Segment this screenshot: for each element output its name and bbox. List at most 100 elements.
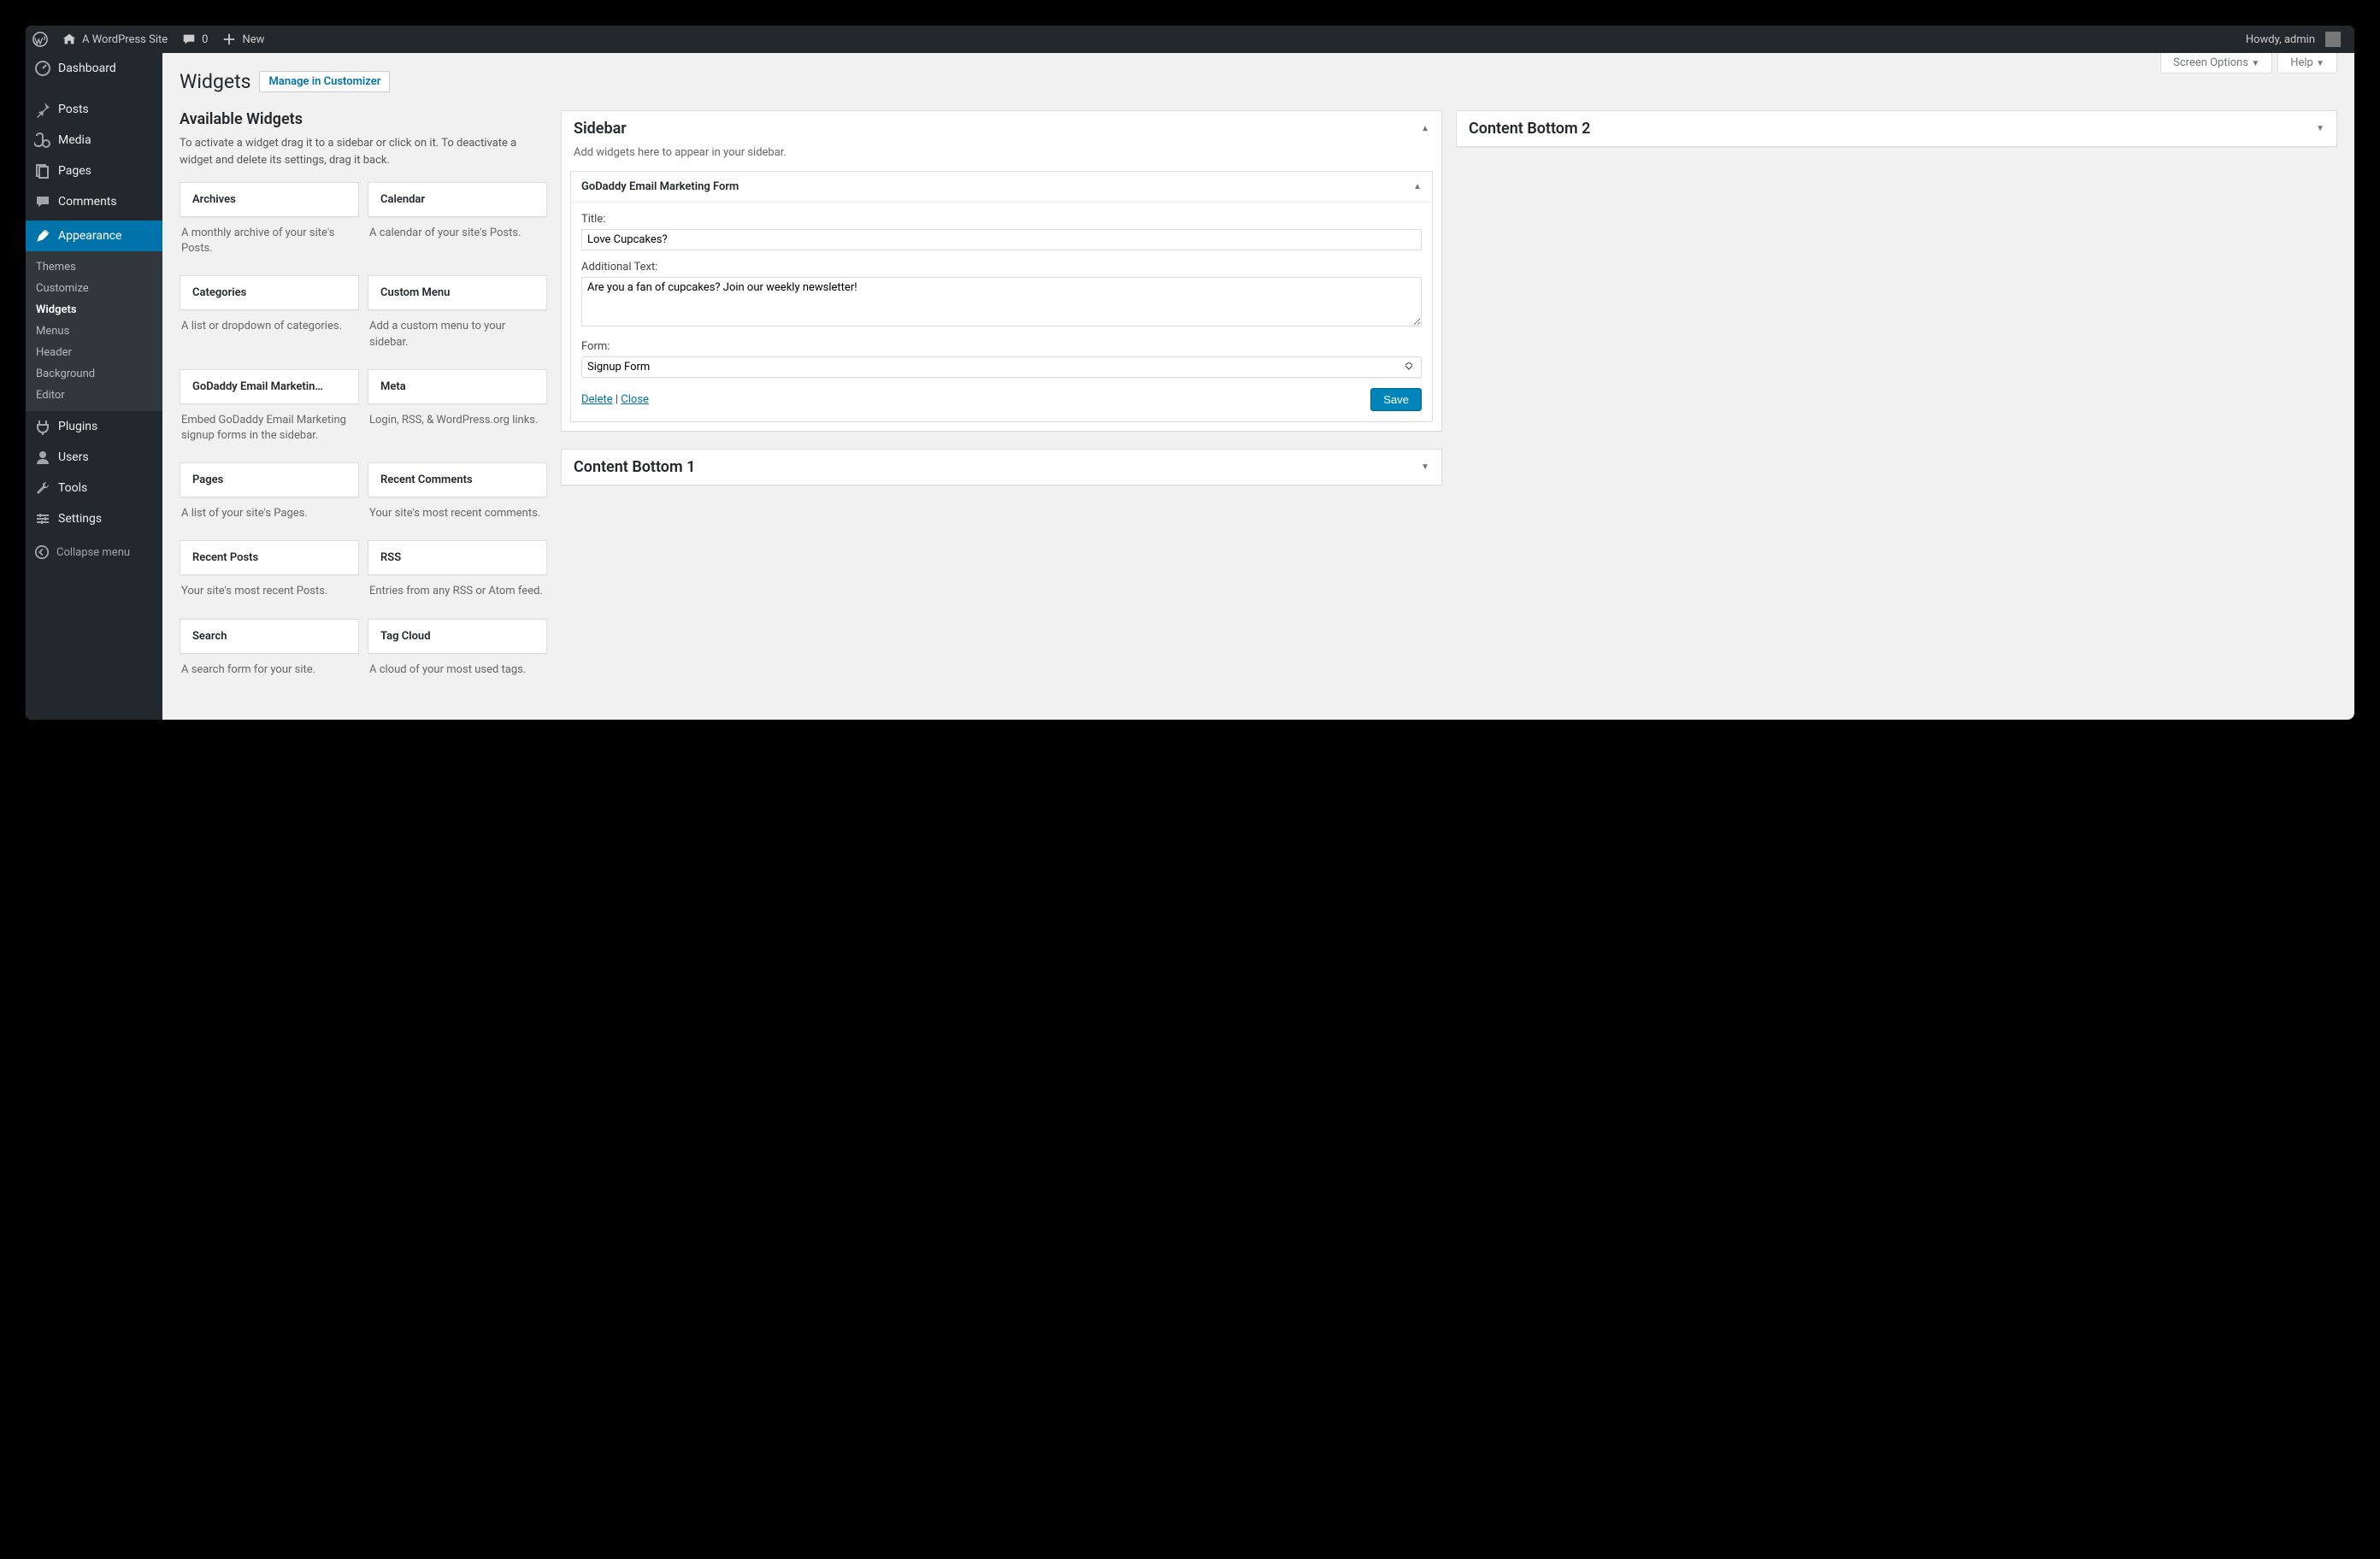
widget-chip[interactable]: Meta (368, 369, 547, 404)
widget-chip[interactable]: GoDaddy Email Marketin… (180, 369, 359, 404)
dashboard-icon (34, 60, 51, 77)
sidebar-item-users[interactable]: Users (26, 442, 162, 473)
caret-down-icon: ▼ (1421, 462, 1429, 472)
widget-chip-desc: A search form for your site. (180, 662, 359, 678)
submenu-background[interactable]: Background (26, 363, 162, 385)
media-icon (34, 132, 51, 149)
widget-chip[interactable]: Tag Cloud (368, 619, 547, 654)
widget-chip-desc: Add a custom menu to your sidebar. (368, 319, 547, 350)
comment-icon (181, 32, 197, 47)
additional-text-field[interactable]: Are you a fan of cupcakes? Join our week… (581, 277, 1422, 327)
avatar (2325, 32, 2341, 47)
submenu-editor[interactable]: Editor (26, 385, 162, 406)
appearance-submenu: Themes Customize Widgets Menus Header Ba… (26, 251, 162, 411)
chevron-down-icon: ▼ (2251, 59, 2259, 68)
widget-chip-desc: Entries from any RSS or Atom feed. (368, 584, 547, 599)
available-widget: Custom Menu Add a custom menu to your sid… (368, 275, 547, 350)
submenu-menus[interactable]: Menus (26, 321, 162, 342)
new-content-link[interactable]: New (215, 26, 271, 53)
wordpress-icon (32, 32, 48, 47)
account-menu[interactable]: Howdy, admin (2239, 26, 2348, 53)
widget-chip[interactable]: Calendar (368, 182, 547, 217)
submenu-customize[interactable]: Customize (26, 278, 162, 299)
additional-text-label: Additional Text: (581, 261, 1422, 274)
widget-chip[interactable]: Recent Posts (180, 540, 359, 575)
widget-chip-desc: A monthly archive of your site's Posts. (180, 226, 359, 256)
widget-instance-godaddy: GoDaddy Email Marketing Form ▲ Title: Ad… (570, 171, 1433, 422)
sidebar-label: Settings (58, 512, 102, 526)
available-widget: CategoriesA list or dropdown of categori… (180, 275, 359, 350)
available-widget: Search A search form for your site. (180, 619, 359, 678)
caret-down-icon: ▼ (2316, 124, 2324, 133)
manage-in-customizer-link[interactable]: Manage in Customizer (259, 71, 390, 92)
widget-area-desc: Add widgets here to appear in your sideb… (562, 146, 1441, 171)
submenu-header[interactable]: Header (26, 342, 162, 363)
sidebar-item-plugins[interactable]: Plugins (26, 411, 162, 442)
site-name-label: A WordPress Site (82, 33, 168, 46)
widget-chip[interactable]: Custom Menu (368, 275, 547, 310)
pin-icon (34, 101, 51, 118)
sidebar-label: Plugins (58, 420, 97, 433)
sidebar-item-appearance[interactable]: Appearance (26, 221, 162, 251)
widget-area-header[interactable]: Content Bottom 1 ▼ (562, 450, 1441, 485)
collapse-label: Collapse menu (56, 546, 130, 559)
help-button[interactable]: Help ▼ (2277, 53, 2337, 74)
widget-chip-desc: Login, RSS, & WordPress.org links. (368, 413, 547, 428)
site-name-link[interactable]: A WordPress Site (55, 26, 174, 53)
widget-chip-desc: A list of your site's Pages. (180, 506, 359, 521)
save-button[interactable]: Save (1370, 388, 1422, 411)
widget-chip[interactable]: Search (180, 619, 359, 654)
sidebar-item-tools[interactable]: Tools (26, 473, 162, 503)
tools-icon (34, 479, 51, 497)
main-content: Screen Options ▼ Help ▼ Widgets Manage i… (162, 53, 2354, 720)
widget-chip-desc: A cloud of your most used tags. (368, 662, 547, 678)
sidebar-label: Posts (58, 103, 89, 116)
sidebar-item-comments[interactable]: Comments (26, 186, 162, 217)
users-icon (34, 449, 51, 466)
available-widget: Archives A monthly archive of your site's… (180, 182, 359, 256)
available-widget: Recent CommentsYour site's most recent c… (368, 462, 547, 521)
sidebar-item-pages[interactable]: Pages (26, 156, 162, 186)
screen-options-button[interactable]: Screen Options ▼ (2160, 53, 2272, 74)
sidebar-item-settings[interactable]: Settings (26, 503, 162, 534)
widget-chip[interactable]: RSS (368, 540, 547, 575)
title-field[interactable] (581, 229, 1422, 250)
available-widget: GoDaddy Email Marketin… Embed GoDaddy Ema… (180, 369, 359, 444)
available-widget: RSS Entries from any RSS or Atom feed. (368, 540, 547, 599)
comments-link[interactable]: 0 (174, 26, 215, 53)
howdy-label: Howdy, admin (2246, 33, 2315, 46)
appearance-icon (34, 227, 51, 244)
delete-link[interactable]: Delete (581, 393, 613, 406)
close-link[interactable]: Close (621, 393, 649, 406)
wp-logo-menu[interactable] (26, 26, 55, 53)
collapse-menu[interactable]: Collapse menu (26, 538, 162, 567)
widget-area-header[interactable]: Sidebar ▲ (562, 111, 1441, 146)
submenu-themes[interactable]: Themes (26, 256, 162, 278)
widget-chip[interactable]: Archives (180, 182, 359, 217)
sidebar-label: Dashboard (58, 62, 116, 75)
widget-area-title: Content Bottom 2 (1469, 120, 1590, 138)
widget-chip-desc: Embed GoDaddy Email Marketing signup for… (180, 413, 359, 444)
widget-instance-header[interactable]: GoDaddy Email Marketing Form ▲ (571, 172, 1432, 203)
widget-chip[interactable]: Recent Comments (368, 462, 547, 497)
submenu-widgets[interactable]: Widgets (26, 299, 162, 321)
widget-area-content-bottom-1: Content Bottom 1 ▼ (561, 449, 1442, 485)
widget-chip[interactable]: Pages (180, 462, 359, 497)
chevron-down-icon: ▼ (2316, 59, 2324, 68)
new-label: New (242, 33, 264, 46)
sidebar-item-dashboard[interactable]: Dashboard (26, 53, 162, 84)
sidebar-item-posts[interactable]: Posts (26, 94, 162, 125)
plugins-icon (34, 418, 51, 435)
collapse-icon (34, 544, 50, 560)
available-widgets-heading: Available Widgets (180, 110, 547, 128)
sidebar-item-media[interactable]: Media (26, 125, 162, 156)
form-select[interactable]: Signup Form (581, 356, 1422, 378)
page-title: Widgets (180, 70, 250, 93)
widget-chip-desc: Your site's most recent Posts. (180, 584, 359, 599)
home-icon (62, 32, 77, 47)
available-widgets-desc: To activate a widget drag it to a sideba… (180, 135, 547, 168)
widget-instance-title: GoDaddy Email Marketing Form (581, 180, 739, 193)
widget-area-header[interactable]: Content Bottom 2 ▼ (1457, 111, 2336, 146)
widget-area-sidebar: Sidebar ▲ Add widgets here to appear in … (561, 110, 1442, 432)
widget-chip[interactable]: Categories (180, 275, 359, 310)
